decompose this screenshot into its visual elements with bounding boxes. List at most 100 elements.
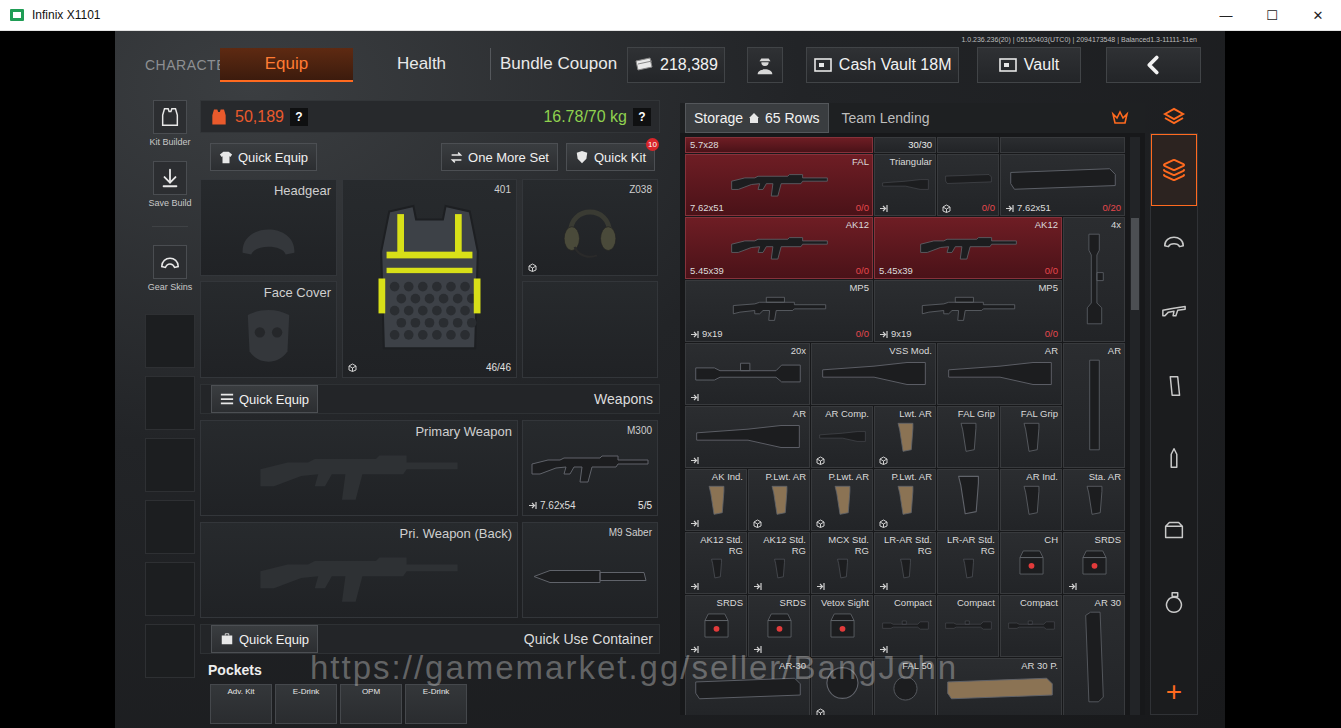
nav-tab[interactable]: Equip — [220, 48, 353, 82]
storage-item[interactable]: Compact — [1000, 595, 1062, 657]
one-more-set-button[interactable]: One More Set — [441, 143, 558, 171]
tool-slot-empty[interactable] — [145, 376, 195, 430]
window-control-button[interactable]: ☐ — [1249, 0, 1295, 30]
storage-item[interactable]: AK12 Std. RG — [685, 532, 747, 594]
back-button[interactable] — [1106, 47, 1201, 83]
storage-item[interactable]: 5.7x28 — [685, 137, 873, 153]
storage-item[interactable]: 4x — [1063, 217, 1125, 342]
storage-item[interactable]: Vetox Sight — [811, 595, 873, 657]
storage-item[interactable]: 0/0 — [937, 154, 999, 216]
weapon-item-slot[interactable]: M9 Saber — [522, 522, 658, 618]
storage-item[interactable]: AR 30 P. — [937, 658, 1062, 715]
category-item[interactable] — [1151, 206, 1197, 278]
tool-button[interactable]: Kit Builder — [149, 100, 190, 147]
window-control-button[interactable]: — — [1203, 0, 1249, 30]
storage-item[interactable]: AK Ind. — [685, 469, 747, 531]
weapon-slot[interactable]: Pri. Weapon (Back) — [200, 522, 518, 618]
scroll-thumb[interactable] — [1131, 218, 1139, 310]
category-top[interactable] — [1150, 100, 1198, 133]
storage-item[interactable]: Triangular — [874, 154, 936, 216]
storage-item[interactable]: MP59x190/0 — [874, 280, 1062, 342]
storage-item[interactable]: FAL7.62x510/0 — [685, 154, 873, 216]
tool-slot-empty[interactable] — [145, 500, 195, 554]
vault-vault-button[interactable]: Vault — [977, 47, 1081, 83]
storage-item[interactable] — [937, 469, 999, 531]
category-item[interactable] — [1151, 422, 1197, 494]
storage-item[interactable]: 7.62x510/20 — [1000, 154, 1125, 216]
nav-tab[interactable]: Health — [353, 48, 490, 82]
storage-item[interactable]: FAL Grip — [937, 406, 999, 468]
storage-item[interactable]: 20x — [685, 343, 810, 405]
category-item[interactable] — [1151, 134, 1197, 206]
vest-slot[interactable]: 40146/46 — [342, 179, 517, 378]
storage-item[interactable]: FAL 50 — [874, 658, 936, 715]
help-button[interactable]: ? — [290, 108, 308, 126]
quick-equip-button[interactable]: Quick Equip — [210, 143, 317, 171]
storage-item[interactable]: LR-AR Std. RG — [874, 532, 936, 594]
storage-scrollbar[interactable] — [1130, 137, 1140, 715]
storage-item[interactable] — [937, 137, 999, 153]
storage-item[interactable]: P.Lwt. AR — [874, 469, 936, 531]
tool-button[interactable]: Gear Skins — [148, 245, 193, 292]
storage-item[interactable]: P.Lwt. AR — [811, 469, 873, 531]
storage-item[interactable] — [1000, 137, 1125, 153]
storage-item[interactable]: Sta. AR — [1063, 469, 1125, 531]
storage-item[interactable]: AR Comp. — [811, 406, 873, 468]
trader-button[interactable] — [747, 47, 783, 83]
tool-button[interactable]: Save Build — [148, 161, 191, 208]
category-item[interactable] — [1151, 350, 1197, 422]
cash-vault-button[interactable]: Cash Vault 18M — [806, 47, 959, 83]
storage-item[interactable]: SRDS — [748, 595, 810, 657]
help-button[interactable]: ? — [633, 108, 651, 126]
empty-gear-slot[interactable] — [522, 281, 658, 378]
storage-item[interactable]: AK125.45x390/0 — [685, 217, 873, 279]
storage-item[interactable]: MCX Std. RG — [811, 532, 873, 594]
face-cover-slot[interactable]: Face Cover — [200, 281, 337, 378]
headgear-slot[interactable]: Headgear — [200, 179, 337, 276]
storage-item[interactable]: CH — [1000, 532, 1062, 594]
storage-item[interactable]: 30/30 — [874, 137, 936, 153]
pocket-item[interactable]: E-Drink — [275, 684, 337, 724]
storage-item[interactable]: AK12 Std. RG — [748, 532, 810, 594]
storage-item[interactable]: LR-AR Std. RG — [937, 532, 999, 594]
weapon-item-slot[interactable]: M3007.62x545/5 — [522, 420, 658, 516]
pocket-item[interactable]: OPM — [340, 684, 402, 724]
category-item[interactable] — [1151, 278, 1197, 350]
storage-item[interactable]: AR-30 — [685, 658, 810, 715]
storage-item[interactable]: Compact — [874, 595, 936, 657]
pocket-item[interactable]: Adv. Kit — [210, 684, 272, 724]
storage-item[interactable] — [811, 658, 873, 715]
sort-button[interactable] — [1100, 103, 1140, 133]
storage-item[interactable]: AR — [1063, 343, 1125, 468]
storage-item[interactable]: Lwt. AR — [874, 406, 936, 468]
add-category-button[interactable]: + — [1151, 670, 1197, 714]
quick-kit-button[interactable]: Quick Kit10 — [566, 143, 655, 171]
pocket-item[interactable]: E-Drink — [405, 684, 467, 724]
window-control-button[interactable]: ✕ — [1295, 0, 1341, 30]
quick-equip-button[interactable]: Quick Equip — [211, 385, 318, 413]
storage-item[interactable]: AR Ind. — [1000, 469, 1062, 531]
nav-tab[interactable]: Bundle Coupon — [490, 48, 627, 82]
storage-item[interactable]: SRDS — [685, 595, 747, 657]
tool-slot-empty[interactable] — [145, 562, 195, 616]
storage-item[interactable]: VSS Mod. — [811, 343, 936, 405]
storage-tab[interactable]: Team Lending — [833, 103, 939, 133]
headset-slot[interactable]: Z038 — [522, 179, 658, 276]
quick-equip-button[interactable]: Quick Equip — [211, 625, 318, 653]
storage-tab[interactable]: Storage65 Rows — [685, 103, 829, 133]
category-item[interactable] — [1151, 494, 1197, 566]
tool-slot-empty[interactable] — [145, 624, 195, 678]
storage-item[interactable]: P.Lwt. AR — [748, 469, 810, 531]
tool-slot-empty[interactable] — [145, 438, 195, 492]
storage-item[interactable]: AR 30 — [1063, 595, 1125, 715]
storage-item[interactable]: AR — [937, 343, 1062, 405]
category-item[interactable] — [1151, 566, 1197, 638]
storage-item[interactable]: FAL Grip — [1000, 406, 1062, 468]
storage-item[interactable]: MP59x190/0 — [685, 280, 873, 342]
storage-item[interactable]: SRDS — [1063, 532, 1125, 594]
storage-item[interactable]: AK125.45x390/0 — [874, 217, 1062, 279]
storage-item[interactable]: AR — [685, 406, 810, 468]
storage-item[interactable]: Compact — [937, 595, 999, 657]
tool-slot-empty[interactable] — [145, 314, 195, 368]
weapon-slot[interactable]: Primary Weapon — [200, 420, 518, 516]
